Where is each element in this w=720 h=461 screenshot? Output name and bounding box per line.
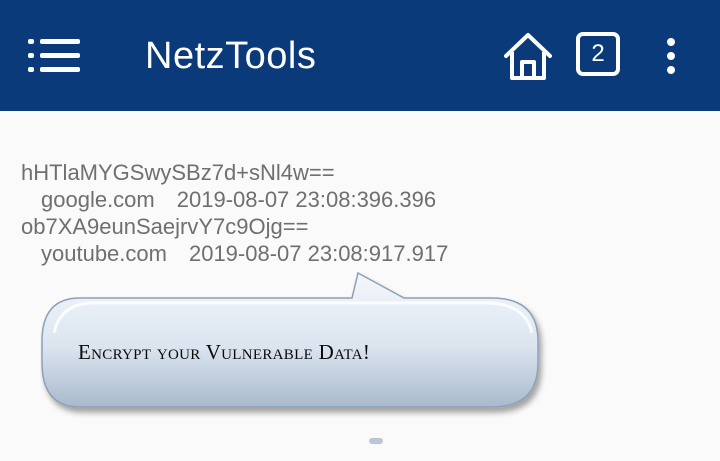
- entry-hash: hHTlaMYGSwySBz7d+sNl4w==: [21, 160, 335, 185]
- app-bar: NetzTools 2: [0, 0, 720, 111]
- callout-text: Encrypt your Vulnerable Data!: [78, 340, 371, 364]
- list-item: hHTlaMYGSwySBz7d+sNl4w== google.com 2019-…: [21, 159, 448, 213]
- callout-bubble: Encrypt your Vulnerable Data!: [40, 271, 550, 421]
- home-icon[interactable]: [500, 30, 556, 82]
- entry-meta: youtube.com 2019-08-07 23:08:917.917: [21, 240, 448, 267]
- entry-hash: ob7XA9eunSaejrvY7c9Ojg==: [21, 214, 309, 239]
- entry-meta: google.com 2019-08-07 23:08:396.396: [21, 186, 448, 213]
- entry-site: google.com: [41, 187, 155, 212]
- entry-timestamp: 2019-08-07 23:08:917.917: [188, 241, 449, 266]
- app-title: NetzTools: [145, 35, 317, 77]
- overflow-menu-icon[interactable]: [660, 36, 682, 76]
- entry-site: youtube.com: [41, 241, 167, 266]
- page-indicator-dot: [369, 438, 383, 444]
- entry-timestamp: 2019-08-07 23:08:396.396: [176, 187, 437, 212]
- menu-icon[interactable]: [28, 36, 84, 76]
- encrypted-entries-list: hHTlaMYGSwySBz7d+sNl4w== google.com 2019-…: [21, 159, 448, 267]
- list-item: ob7XA9eunSaejrvY7c9Ojg== youtube.com 2019…: [21, 213, 448, 267]
- tabs-count-button[interactable]: 2: [576, 32, 620, 76]
